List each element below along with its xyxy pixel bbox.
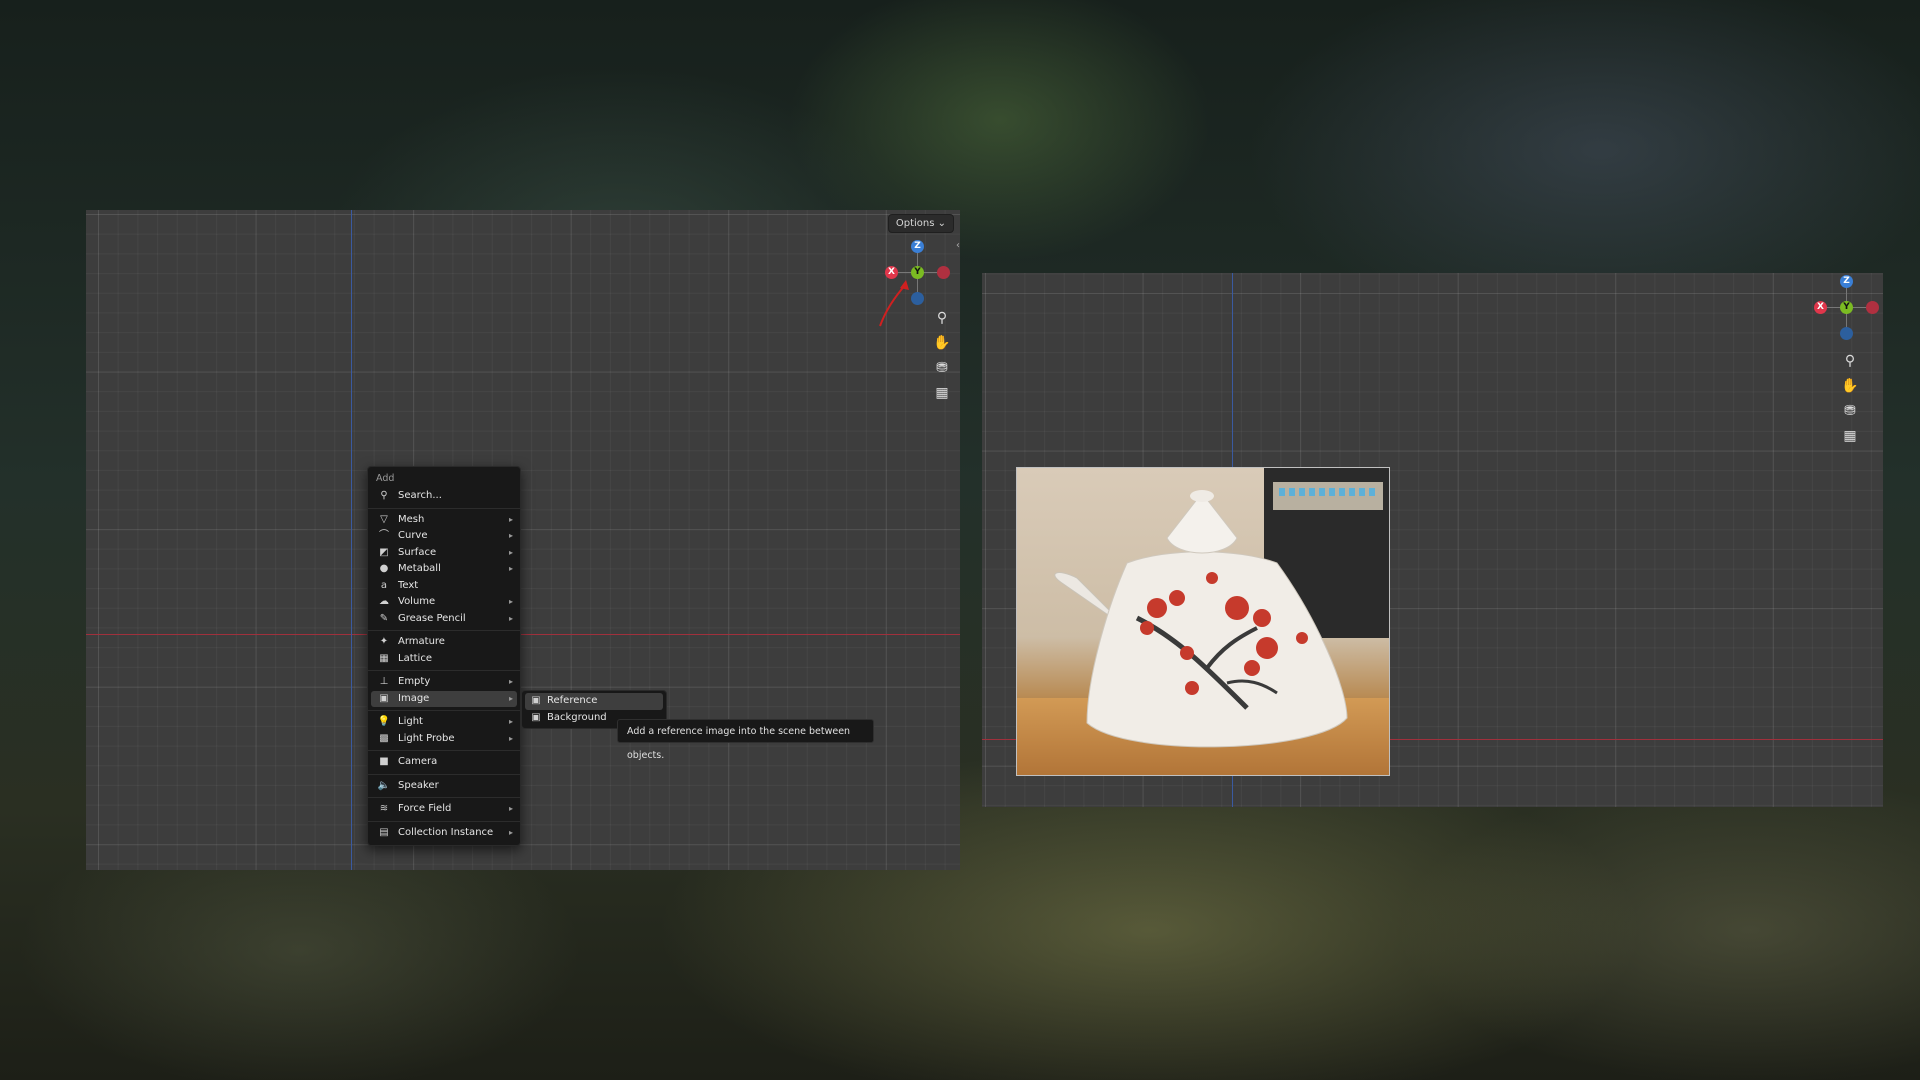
menu-item-force-field[interactable]: ≋ Force Field ▸ <box>371 801 517 818</box>
submenu-arrow-icon: ▸ <box>508 804 513 813</box>
x-axis-ball[interactable]: X <box>1814 301 1827 314</box>
light-icon: 💡 <box>377 716 391 727</box>
menu-item-armature[interactable]: ✦ Armature <box>371 634 517 651</box>
submenu-arrow-icon: ▸ <box>508 733 513 743</box>
add-menu-items: ▽ Mesh ▸ ⌒ Curve ▸ ◩ Surface ▸ ● Metaball ▸ a Text ☁ Vo… <box>368 512 520 842</box>
left-3d-viewport[interactable]: Options ⌄ ‹ Z Y X ⚲ ✋ ⛃ ▦ <box>86 210 960 870</box>
collapse-sidebar-icon[interactable]: ‹ <box>956 240 960 251</box>
submenu-arrow-icon: ▸ <box>508 613 513 623</box>
menu-item-mesh[interactable]: ▽ Mesh ▸ <box>371 512 517 529</box>
menu-search[interactable]: ⚲ Search... <box>371 488 517 505</box>
submenu-arrow-icon: ▸ <box>508 693 513 703</box>
menu-item-grease-pencil[interactable]: ✎ Grease Pencil ▸ <box>371 611 517 628</box>
image-icon: ▣ <box>379 692 389 704</box>
y-axis-ball[interactable]: Y <box>1840 301 1853 314</box>
z-axis-ball[interactable]: Z <box>911 240 924 253</box>
camera-icon: ■ <box>379 756 389 767</box>
submenu-arrow-icon: ▸ <box>508 827 513 837</box>
menu-item-empty[interactable]: ⊥ Empty ▸ <box>371 674 517 691</box>
menu-item-volume[interactable]: ☁ Volume ▸ <box>371 594 517 611</box>
camera-icon[interactable]: ⛃ <box>1840 401 1860 421</box>
reference-image-icon: ▣ <box>531 695 541 706</box>
submenu-arrow-icon: ▸ <box>508 564 513 573</box>
submenu-arrow-icon: ▸ <box>508 514 513 524</box>
add-menu: Add ⚲ Search... ▽ Mesh ▸ ⌒ Curve ▸ ◩ Surface ▸ ● M… <box>367 466 521 846</box>
empty-icon: ⊥ <box>379 676 389 687</box>
menu-item-surface[interactable]: ◩ Surface ▸ <box>371 545 517 562</box>
zoom-icon[interactable]: ⚲ <box>1840 351 1860 371</box>
x-axis-line <box>86 634 960 635</box>
annotation-arrow <box>879 280 909 327</box>
submenu-arrow-icon: ▸ <box>508 717 513 726</box>
menu-item-lattice[interactable]: ▦ Lattice <box>371 651 517 668</box>
hand-icon[interactable]: ✋ <box>932 333 952 353</box>
menu-item-image[interactable]: ▣ Image ▸ <box>371 690 517 707</box>
force-field-icon: ≋ <box>379 803 389 814</box>
metaball-icon: ● <box>379 563 389 574</box>
submenu-arrow-icon: ▸ <box>508 531 513 540</box>
reference-image-teapot[interactable] <box>1016 467 1390 776</box>
curve-icon: ⌒ <box>379 530 389 541</box>
background-image-icon: ▣ <box>531 711 541 723</box>
submenu-arrow-icon: ▸ <box>508 677 513 686</box>
grid-icon[interactable]: ▦ <box>1840 426 1860 446</box>
mesh-icon: ▽ <box>380 513 388 525</box>
options-button[interactable]: Options ⌄ <box>887 214 954 233</box>
collection-icon: ▤ <box>379 826 389 838</box>
armature-icon: ✦ <box>379 636 389 647</box>
neg-x-axis-ball[interactable] <box>1866 301 1879 314</box>
neg-x-axis-ball[interactable] <box>937 266 950 279</box>
grease-pencil-icon: ✎ <box>379 612 389 624</box>
surface-icon: ◩ <box>379 546 389 558</box>
menu-item-metaball[interactable]: ● Metaball ▸ <box>371 561 517 578</box>
menu-item-light[interactable]: 💡 Light ▸ <box>371 714 517 731</box>
light-probe-icon: ▩ <box>379 732 389 744</box>
teapot-illustration <box>1054 490 1348 748</box>
z-axis-ball[interactable]: Z <box>1840 275 1853 288</box>
menu-item-collection-instance[interactable]: ▤ Collection Instance ▸ <box>371 825 517 842</box>
lattice-icon: ▦ <box>379 652 389 664</box>
tooltip: Add a reference image into the scene bet… <box>617 719 874 761</box>
menu-item-reference[interactable]: ▣ Reference <box>525 693 663 710</box>
y-axis-line <box>351 210 352 870</box>
speaker-icon: 🔈 <box>377 779 391 791</box>
menu-item-light-probe[interactable]: ▩ Light Probe ▸ <box>371 731 517 748</box>
menu-item-speaker[interactable]: 🔈 Speaker <box>371 778 517 795</box>
menu-item-curve[interactable]: ⌒ Curve ▸ <box>371 528 517 545</box>
menu-item-text[interactable]: a Text <box>371 578 517 595</box>
submenu-arrow-icon: ▸ <box>508 597 513 606</box>
search-icon: ⚲ <box>380 490 388 501</box>
hand-icon[interactable]: ✋ <box>1840 376 1860 396</box>
camera-icon[interactable]: ⛃ <box>932 358 952 378</box>
submenu-arrow-icon: ▸ <box>508 547 513 557</box>
add-menu-title: Add <box>376 473 395 484</box>
text-icon: a <box>380 579 388 591</box>
menu-item-camera[interactable]: ■ Camera <box>371 754 517 771</box>
navigation-gizmo[interactable]: Z Y X <box>1812 273 1882 343</box>
zoom-icon[interactable]: ⚲ <box>932 308 952 328</box>
volume-icon: ☁ <box>379 596 389 607</box>
neg-z-axis-ball[interactable] <box>1840 327 1853 340</box>
grid-icon[interactable]: ▦ <box>932 383 952 403</box>
